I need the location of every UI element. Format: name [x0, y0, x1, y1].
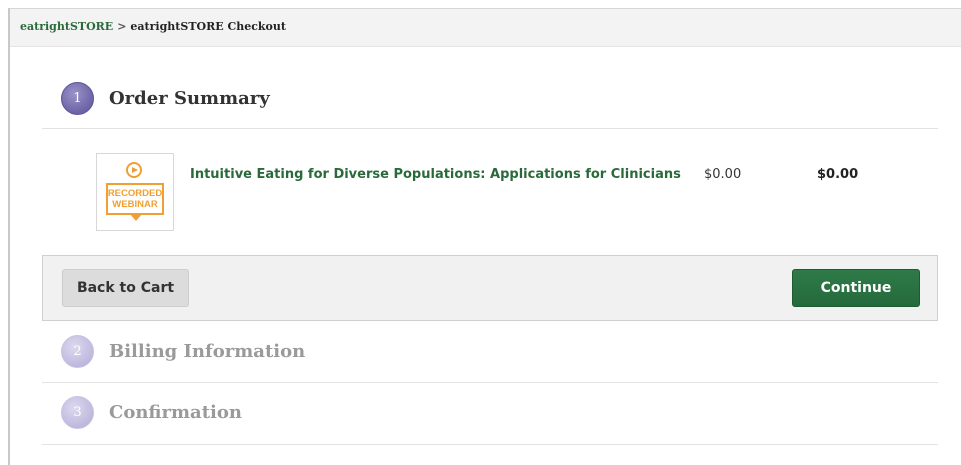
breadcrumb-store-link[interactable]: eatrightSTORE: [20, 20, 113, 33]
line-total: $0.00: [817, 167, 859, 182]
badge-line-2: WEBINAR: [112, 199, 158, 210]
step-order-summary: 1 Order Summary: [42, 66, 938, 129]
step-title: Billing Information: [109, 341, 306, 362]
step-confirmation[interactable]: 3 Confirmation: [42, 383, 938, 445]
order-item-row: RECORDED WEBINAR Intuitive Eating for Di…: [42, 139, 938, 255]
badge-line-1: RECORDED: [107, 188, 163, 199]
checkout-frame: eatrightSTORE > eatrightSTORE Checkout 1 O…: [8, 8, 961, 465]
step-title: Confirmation: [109, 402, 242, 423]
breadcrumb-bar: eatrightSTORE > eatrightSTORE Checkout: [10, 9, 961, 47]
step-billing-information[interactable]: 2 Billing Information: [42, 321, 938, 383]
continue-button[interactable]: Continue: [792, 269, 920, 307]
step-number-badge: 3: [61, 396, 94, 429]
breadcrumb-current: eatrightSTORE Checkout: [130, 20, 286, 33]
step-number-badge: 2: [61, 335, 94, 368]
play-icon: [126, 162, 142, 178]
back-to-cart-button[interactable]: Back to Cart: [62, 269, 189, 307]
top-strip: [0, 0, 961, 8]
breadcrumb-separator: >: [117, 20, 127, 33]
product-thumbnail: RECORDED WEBINAR: [96, 153, 174, 231]
recorded-webinar-badge: RECORDED WEBINAR: [106, 183, 164, 221]
product-name-link[interactable]: Intuitive Eating for Diverse Populations…: [190, 167, 681, 182]
breadcrumb: eatrightSTORE > eatrightSTORE Checkout: [20, 20, 286, 33]
step-action-bar: Back to Cart Continue: [42, 255, 938, 321]
unit-price: $0.00: [704, 167, 742, 182]
step-number-badge: 1: [61, 82, 94, 115]
step-title: Order Summary: [109, 88, 270, 109]
